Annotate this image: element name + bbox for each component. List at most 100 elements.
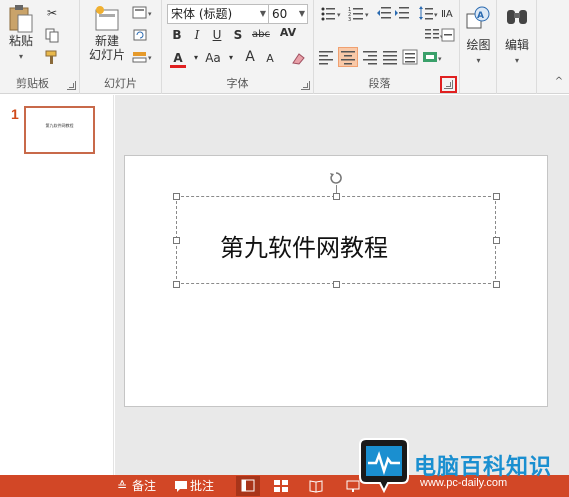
- line-spacing-icon[interactable]: ▾: [418, 5, 440, 21]
- resize-handle-br[interactable]: [493, 281, 500, 288]
- paste-button[interactable]: 粘贴 ▾: [4, 4, 38, 62]
- svg-text:A: A: [477, 11, 484, 21]
- collapse-ribbon-icon[interactable]: ^: [551, 74, 567, 90]
- new-slide-label-2: 幻灯片: [88, 48, 125, 62]
- thumbnail-title: 第九软件网教程: [45, 123, 74, 128]
- drawing-label: 绘图: [466, 38, 491, 52]
- align-right-icon[interactable]: [362, 49, 378, 65]
- clipboard-group-label: 剪贴板: [16, 77, 49, 90]
- font-size-dropdown-icon[interactable]: ▼: [299, 5, 305, 23]
- font-dialog-launcher[interactable]: [301, 81, 310, 90]
- bullets-icon[interactable]: ▾: [320, 5, 344, 21]
- align-text-icon[interactable]: [440, 27, 458, 43]
- font-size-value: 60: [272, 7, 288, 21]
- font-name-value: 宋体 (标题): [171, 7, 233, 21]
- paragraph-group-label: 段落: [368, 77, 391, 90]
- clear-formatting-icon[interactable]: [290, 51, 306, 67]
- editing-label: 编辑: [504, 38, 529, 52]
- svg-text:3: 3: [348, 17, 351, 21]
- drawing-button[interactable]: A 绘图 ▾: [462, 4, 495, 66]
- font-color-button[interactable]: A: [170, 50, 186, 68]
- new-slide-label-1: 新建: [94, 34, 119, 48]
- layout-icon[interactable]: ▾: [132, 5, 154, 21]
- watermark-logo: [359, 438, 409, 493]
- resize-handle-t[interactable]: [333, 193, 340, 200]
- numbering-icon[interactable]: 1 2 3 ▾: [348, 5, 372, 21]
- svg-text:▾: ▾: [434, 11, 438, 19]
- align-center-button[interactable]: [338, 47, 358, 67]
- reset-icon[interactable]: [132, 27, 148, 43]
- notes-button[interactable]: 备注: [132, 478, 156, 494]
- paste-label: 粘贴: [8, 34, 33, 48]
- align-center-icon: [341, 51, 355, 65]
- font-name-combo[interactable]: 宋体 (标题) ▼: [167, 4, 269, 24]
- new-slide-icon: [95, 6, 119, 31]
- distributed-icon[interactable]: [402, 49, 418, 65]
- underline-button[interactable]: U: [209, 27, 225, 43]
- resize-handle-bl[interactable]: [173, 281, 180, 288]
- change-case-dropdown-icon[interactable]: ▾: [223, 50, 239, 66]
- editing-dropdown-icon[interactable]: ▾: [515, 56, 519, 65]
- svg-text:ⅡA: ⅡA: [441, 9, 453, 20]
- drawing-group: A 绘图 ▾: [460, 0, 497, 94]
- font-group: 宋体 (标题) ▼ 60 ▼ B I U S abc AV A ▾ Aa ▾ A…: [162, 0, 314, 94]
- bold-button[interactable]: B: [169, 27, 185, 43]
- italic-button[interactable]: I: [189, 27, 205, 43]
- comments-icon: [175, 481, 187, 492]
- copy-icon[interactable]: [44, 27, 60, 43]
- character-spacing-button[interactable]: AV: [276, 25, 300, 41]
- drawing-dropdown-icon[interactable]: ▾: [476, 56, 480, 65]
- resize-handle-b[interactable]: [333, 281, 340, 288]
- shadow-button[interactable]: S: [230, 27, 246, 43]
- svg-text:▾: ▾: [148, 10, 152, 18]
- svg-text:▾: ▾: [148, 54, 152, 62]
- clipboard-group: 粘贴 ▾ ✂ 剪贴板: [0, 0, 80, 94]
- clipboard-dialog-launcher[interactable]: [67, 81, 76, 90]
- shapes-icon: A: [466, 6, 489, 29]
- text-direction-icon[interactable]: ⅡA: [440, 5, 458, 21]
- comments-button[interactable]: 批注: [190, 478, 214, 494]
- grow-font-button[interactable]: A: [242, 49, 258, 65]
- find-binoculars-icon: [507, 10, 527, 24]
- editing-group: 编辑 ▾: [497, 0, 537, 94]
- paragraph-group: ▾ 1 2 3 ▾ ▾ ▾ ⅡA: [314, 0, 460, 94]
- increase-indent-icon[interactable]: [394, 5, 410, 21]
- font-size-combo[interactable]: 60 ▼: [268, 4, 308, 24]
- format-painter-icon[interactable]: [44, 49, 60, 65]
- justify-icon[interactable]: [382, 49, 398, 65]
- slide-sorter-icon[interactable]: [273, 479, 289, 493]
- resize-handle-r[interactable]: [493, 237, 500, 244]
- smartart-icon[interactable]: ▾: [422, 49, 444, 65]
- editing-button[interactable]: 编辑 ▾: [500, 4, 534, 66]
- new-slide-button[interactable]: 新建 幻灯片: [84, 4, 130, 62]
- section-icon[interactable]: ▾: [132, 49, 154, 65]
- resize-handle-tl[interactable]: [173, 193, 180, 200]
- paste-icon: [9, 5, 33, 33]
- strikethrough-button[interactable]: abc: [250, 27, 272, 43]
- normal-view-icon: [241, 479, 255, 492]
- ribbon: 粘贴 ▾ ✂ 剪贴板 新建 幻灯片 ▾ ▾ 幻灯片 宋体 (标题) ▼ 60 ▼…: [0, 0, 569, 94]
- paste-dropdown-arrow[interactable]: ▾: [19, 52, 23, 61]
- align-left-icon[interactable]: [318, 49, 334, 65]
- watermark-url: www.pc-daily.com: [420, 477, 508, 489]
- rotate-handle-icon[interactable]: [329, 171, 343, 185]
- svg-text:▾: ▾: [337, 11, 341, 19]
- paragraph-dialog-launcher[interactable]: [444, 80, 453, 89]
- slides-group-label: 幻灯片: [104, 77, 137, 90]
- slides-group: 新建 幻灯片 ▾ ▾ 幻灯片: [80, 0, 162, 94]
- svg-text:▾: ▾: [438, 55, 442, 63]
- notes-icon: ≙: [117, 479, 128, 493]
- svg-text:▾: ▾: [365, 11, 369, 19]
- resize-handle-tr[interactable]: [493, 193, 500, 200]
- font-name-dropdown-icon[interactable]: ▼: [260, 5, 266, 23]
- change-case-button[interactable]: Aa: [202, 50, 224, 66]
- decrease-indent-icon[interactable]: [376, 5, 392, 21]
- slide-thumbnail[interactable]: 第九软件网教程: [24, 106, 95, 154]
- reading-view-icon[interactable]: [308, 478, 324, 494]
- normal-view-button[interactable]: [236, 476, 260, 496]
- font-group-label: 字体: [226, 77, 249, 90]
- shrink-font-button[interactable]: A: [262, 51, 278, 67]
- slide-number: 1: [11, 106, 19, 122]
- slide-title-text[interactable]: 第九软件网教程: [176, 228, 388, 263]
- cut-icon[interactable]: ✂: [44, 5, 60, 21]
